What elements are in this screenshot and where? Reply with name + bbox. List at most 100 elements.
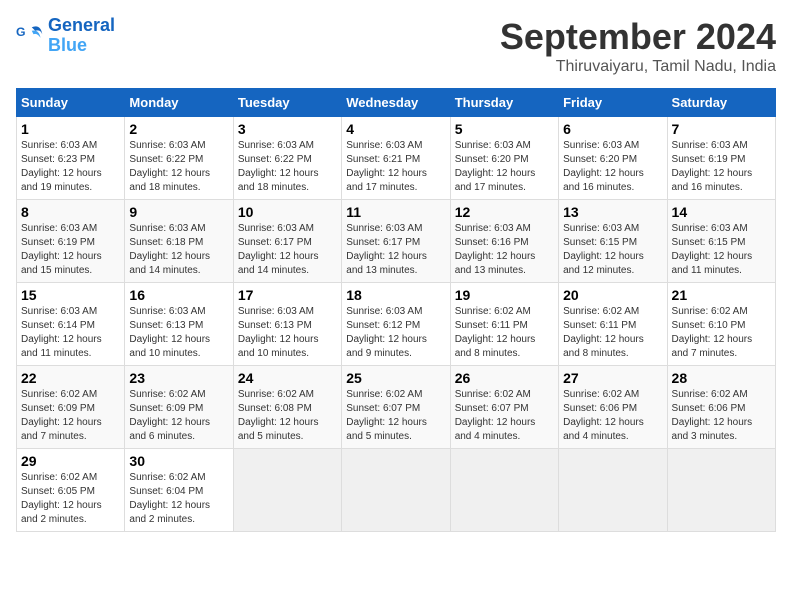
- day-info: Sunrise: 6:02 AM Sunset: 6:08 PM Dayligh…: [238, 388, 337, 444]
- day-number: 10: [238, 204, 337, 220]
- day-number: 7: [672, 121, 771, 137]
- day-number: 5: [455, 121, 554, 137]
- calendar-cell: 16 Sunrise: 6:03 AM Sunset: 6:13 PM Dayl…: [125, 283, 233, 366]
- day-number: 24: [238, 370, 337, 386]
- calendar-cell: 29 Sunrise: 6:02 AM Sunset: 6:05 PM Dayl…: [17, 449, 125, 532]
- day-info: Sunrise: 6:02 AM Sunset: 6:06 PM Dayligh…: [563, 388, 662, 444]
- calendar-cell: 13 Sunrise: 6:03 AM Sunset: 6:15 PM Dayl…: [559, 200, 667, 283]
- calendar-week-row: 1 Sunrise: 6:03 AM Sunset: 6:23 PM Dayli…: [17, 117, 776, 200]
- calendar-cell: 4 Sunrise: 6:03 AM Sunset: 6:21 PM Dayli…: [342, 117, 450, 200]
- day-info: Sunrise: 6:03 AM Sunset: 6:22 PM Dayligh…: [238, 139, 337, 195]
- month-title: September 2024: [500, 16, 776, 58]
- calendar-week-row: 22 Sunrise: 6:02 AM Sunset: 6:09 PM Dayl…: [17, 366, 776, 449]
- calendar-cell: [450, 449, 558, 532]
- header-sunday: Sunday: [17, 89, 125, 117]
- calendar-cell: [342, 449, 450, 532]
- day-number: 18: [346, 287, 445, 303]
- header-thursday: Thursday: [450, 89, 558, 117]
- calendar-cell: 9 Sunrise: 6:03 AM Sunset: 6:18 PM Dayli…: [125, 200, 233, 283]
- day-number: 19: [455, 287, 554, 303]
- calendar-cell: 28 Sunrise: 6:02 AM Sunset: 6:06 PM Dayl…: [667, 366, 775, 449]
- calendar-week-row: 29 Sunrise: 6:02 AM Sunset: 6:05 PM Dayl…: [17, 449, 776, 532]
- calendar-week-row: 15 Sunrise: 6:03 AM Sunset: 6:14 PM Dayl…: [17, 283, 776, 366]
- day-info: Sunrise: 6:03 AM Sunset: 6:17 PM Dayligh…: [346, 222, 445, 278]
- page-header: G General Blue September 2024 Thiruvaiya…: [16, 16, 776, 76]
- day-number: 22: [21, 370, 120, 386]
- logo-icon: G: [16, 22, 44, 50]
- header-monday: Monday: [125, 89, 233, 117]
- header-friday: Friday: [559, 89, 667, 117]
- calendar-cell: 18 Sunrise: 6:03 AM Sunset: 6:12 PM Dayl…: [342, 283, 450, 366]
- header-tuesday: Tuesday: [233, 89, 341, 117]
- day-number: 14: [672, 204, 771, 220]
- day-number: 11: [346, 204, 445, 220]
- calendar-cell: [559, 449, 667, 532]
- day-info: Sunrise: 6:03 AM Sunset: 6:21 PM Dayligh…: [346, 139, 445, 195]
- day-number: 20: [563, 287, 662, 303]
- day-info: Sunrise: 6:03 AM Sunset: 6:19 PM Dayligh…: [672, 139, 771, 195]
- day-number: 26: [455, 370, 554, 386]
- day-info: Sunrise: 6:03 AM Sunset: 6:15 PM Dayligh…: [672, 222, 771, 278]
- day-info: Sunrise: 6:03 AM Sunset: 6:14 PM Dayligh…: [21, 305, 120, 361]
- day-info: Sunrise: 6:02 AM Sunset: 6:07 PM Dayligh…: [346, 388, 445, 444]
- day-info: Sunrise: 6:03 AM Sunset: 6:16 PM Dayligh…: [455, 222, 554, 278]
- day-info: Sunrise: 6:02 AM Sunset: 6:07 PM Dayligh…: [455, 388, 554, 444]
- header-saturday: Saturday: [667, 89, 775, 117]
- calendar-cell: 19 Sunrise: 6:02 AM Sunset: 6:11 PM Dayl…: [450, 283, 558, 366]
- calendar-cell: 30 Sunrise: 6:02 AM Sunset: 6:04 PM Dayl…: [125, 449, 233, 532]
- calendar-cell: 11 Sunrise: 6:03 AM Sunset: 6:17 PM Dayl…: [342, 200, 450, 283]
- day-info: Sunrise: 6:02 AM Sunset: 6:04 PM Dayligh…: [129, 471, 228, 527]
- logo: G General Blue: [16, 16, 115, 56]
- day-number: 25: [346, 370, 445, 386]
- calendar-cell: [667, 449, 775, 532]
- day-info: Sunrise: 6:03 AM Sunset: 6:17 PM Dayligh…: [238, 222, 337, 278]
- day-number: 9: [129, 204, 228, 220]
- calendar-cell: 2 Sunrise: 6:03 AM Sunset: 6:22 PM Dayli…: [125, 117, 233, 200]
- day-number: 15: [21, 287, 120, 303]
- day-number: 29: [21, 453, 120, 469]
- day-number: 6: [563, 121, 662, 137]
- day-info: Sunrise: 6:02 AM Sunset: 6:06 PM Dayligh…: [672, 388, 771, 444]
- day-info: Sunrise: 6:03 AM Sunset: 6:20 PM Dayligh…: [563, 139, 662, 195]
- calendar-cell: 5 Sunrise: 6:03 AM Sunset: 6:20 PM Dayli…: [450, 117, 558, 200]
- day-number: 16: [129, 287, 228, 303]
- calendar-week-row: 8 Sunrise: 6:03 AM Sunset: 6:19 PM Dayli…: [17, 200, 776, 283]
- calendar-table: SundayMondayTuesdayWednesdayThursdayFrid…: [16, 88, 776, 532]
- calendar-cell: 17 Sunrise: 6:03 AM Sunset: 6:13 PM Dayl…: [233, 283, 341, 366]
- calendar-header-row: SundayMondayTuesdayWednesdayThursdayFrid…: [17, 89, 776, 117]
- calendar-cell: 10 Sunrise: 6:03 AM Sunset: 6:17 PM Dayl…: [233, 200, 341, 283]
- day-info: Sunrise: 6:02 AM Sunset: 6:10 PM Dayligh…: [672, 305, 771, 361]
- day-info: Sunrise: 6:02 AM Sunset: 6:09 PM Dayligh…: [21, 388, 120, 444]
- header-wednesday: Wednesday: [342, 89, 450, 117]
- day-info: Sunrise: 6:02 AM Sunset: 6:05 PM Dayligh…: [21, 471, 120, 527]
- day-number: 17: [238, 287, 337, 303]
- day-info: Sunrise: 6:02 AM Sunset: 6:09 PM Dayligh…: [129, 388, 228, 444]
- calendar-cell: 15 Sunrise: 6:03 AM Sunset: 6:14 PM Dayl…: [17, 283, 125, 366]
- day-number: 13: [563, 204, 662, 220]
- calendar-cell: 22 Sunrise: 6:02 AM Sunset: 6:09 PM Dayl…: [17, 366, 125, 449]
- svg-text:G: G: [16, 25, 26, 39]
- day-info: Sunrise: 6:03 AM Sunset: 6:13 PM Dayligh…: [238, 305, 337, 361]
- day-info: Sunrise: 6:03 AM Sunset: 6:23 PM Dayligh…: [21, 139, 120, 195]
- day-number: 4: [346, 121, 445, 137]
- day-number: 8: [21, 204, 120, 220]
- day-number: 28: [672, 370, 771, 386]
- calendar-cell: 14 Sunrise: 6:03 AM Sunset: 6:15 PM Dayl…: [667, 200, 775, 283]
- day-info: Sunrise: 6:03 AM Sunset: 6:15 PM Dayligh…: [563, 222, 662, 278]
- day-number: 27: [563, 370, 662, 386]
- day-info: Sunrise: 6:03 AM Sunset: 6:19 PM Dayligh…: [21, 222, 120, 278]
- calendar-cell: 21 Sunrise: 6:02 AM Sunset: 6:10 PM Dayl…: [667, 283, 775, 366]
- calendar-cell: 26 Sunrise: 6:02 AM Sunset: 6:07 PM Dayl…: [450, 366, 558, 449]
- day-info: Sunrise: 6:02 AM Sunset: 6:11 PM Dayligh…: [563, 305, 662, 361]
- day-info: Sunrise: 6:02 AM Sunset: 6:11 PM Dayligh…: [455, 305, 554, 361]
- day-number: 1: [21, 121, 120, 137]
- title-block: September 2024 Thiruvaiyaru, Tamil Nadu,…: [500, 16, 776, 76]
- day-info: Sunrise: 6:03 AM Sunset: 6:13 PM Dayligh…: [129, 305, 228, 361]
- calendar-cell: 25 Sunrise: 6:02 AM Sunset: 6:07 PM Dayl…: [342, 366, 450, 449]
- calendar-cell: 24 Sunrise: 6:02 AM Sunset: 6:08 PM Dayl…: [233, 366, 341, 449]
- day-number: 21: [672, 287, 771, 303]
- day-number: 3: [238, 121, 337, 137]
- day-number: 2: [129, 121, 228, 137]
- calendar-cell: [233, 449, 341, 532]
- calendar-cell: 23 Sunrise: 6:02 AM Sunset: 6:09 PM Dayl…: [125, 366, 233, 449]
